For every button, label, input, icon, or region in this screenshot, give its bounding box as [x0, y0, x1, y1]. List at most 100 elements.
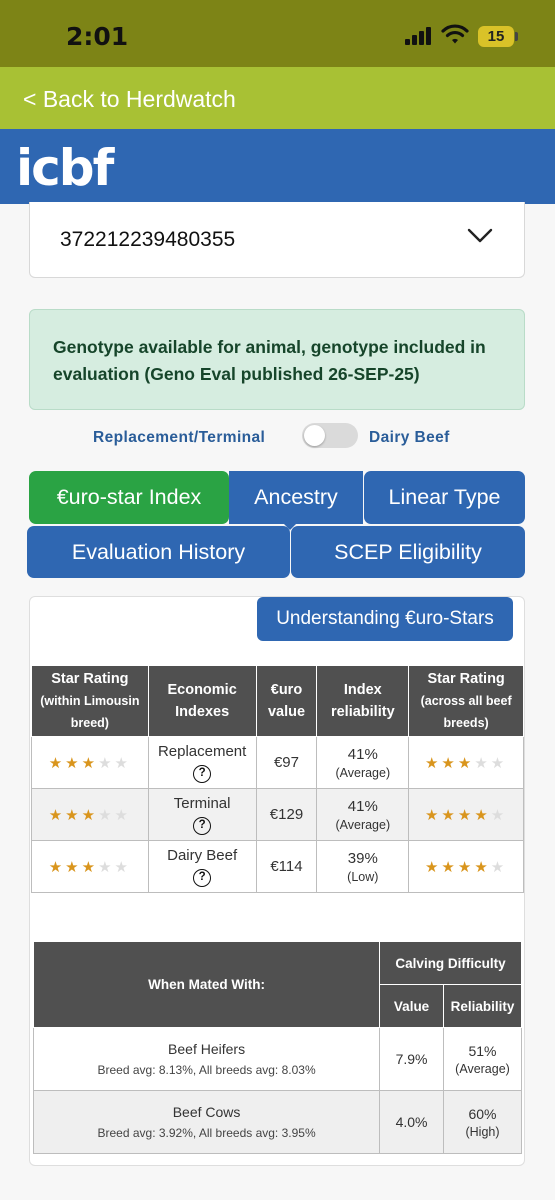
- header-star-rating-across: Star Rating (across all beef breeds): [408, 665, 524, 737]
- icbf-logo: icbf: [16, 139, 114, 197]
- genotype-alert: Genotype available for animal, genotype …: [29, 309, 525, 410]
- index-type-toggle[interactable]: [302, 423, 358, 448]
- reliability-cell: 41% (Average): [316, 736, 410, 789]
- header-economic-indexes: Economic Indexes: [147, 665, 257, 737]
- star-filled-icon: ★: [424, 858, 442, 876]
- star-filled-icon: ★: [65, 858, 82, 876]
- tab-euro-star-index[interactable]: €uro-star Index: [29, 471, 229, 524]
- table-row: ★★★★★ Terminal? €129 41% (Average) ★★★★★: [31, 788, 524, 841]
- toggle-knob: [304, 425, 325, 446]
- header-within-title: Star Rating: [51, 671, 129, 687]
- reliability-value: 60%: [468, 1105, 497, 1122]
- table-row: Beef Cows Breed avg: 3.92%, All breeds av…: [32, 1090, 522, 1154]
- star-empty-icon: ★: [490, 806, 508, 824]
- help-icon[interactable]: ?: [193, 764, 212, 783]
- star-empty-icon: ★: [114, 806, 131, 824]
- toggle-label-dairy-beef: Dairy Beef: [369, 429, 450, 446]
- header-reliability: Reliability: [443, 984, 522, 1028]
- star-empty-icon: ★: [98, 754, 115, 772]
- mated-group-cell: Beef Heifers Breed avg: 8.13%, All breeds…: [32, 1027, 381, 1091]
- index-name: Dairy Beef: [167, 846, 238, 864]
- header-when-mated-with: When Mated With:: [32, 941, 381, 1028]
- help-icon[interactable]: ?: [193, 868, 212, 887]
- table-row: ★★★★★ Replacement? €97 41% (Average) ★★★★…: [31, 736, 524, 789]
- star-filled-icon: ★: [81, 754, 99, 772]
- star-filled-icon: ★: [441, 754, 458, 772]
- back-to-herdwatch-link[interactable]: < Back to Herdwatch: [23, 86, 236, 113]
- within-star-rating: ★★★★★: [31, 736, 149, 789]
- reliability-value: 51%: [468, 1042, 497, 1059]
- tab-scep-eligibility[interactable]: SCEP Eligibility: [291, 526, 525, 578]
- reliability-cell: 60% (High): [443, 1090, 522, 1154]
- battery-cap: [515, 32, 518, 41]
- index-cell: Replacement?: [147, 736, 257, 789]
- star-filled-icon: ★: [48, 754, 66, 772]
- table-row: Beef Heifers Breed avg: 8.13%, All breeds…: [32, 1027, 522, 1091]
- star-filled-icon: ★: [457, 858, 475, 876]
- header-euro-value: €uro value: [255, 665, 318, 737]
- table-header-row: When Mated With: Calving Difficulty: [32, 941, 522, 1028]
- across-star-rating: ★★★★★: [408, 840, 524, 893]
- star-filled-icon: ★: [441, 806, 458, 824]
- tab-ancestry[interactable]: Ancestry: [229, 471, 363, 524]
- header-value: Value: [379, 984, 445, 1028]
- euro-value: €97: [255, 736, 318, 789]
- tab-linear-type[interactable]: Linear Type: [364, 471, 525, 524]
- status-time: 2:01: [66, 22, 129, 51]
- star-filled-icon: ★: [474, 806, 491, 824]
- star-empty-icon: ★: [98, 858, 115, 876]
- breed-averages: Breed avg: 8.13%, All breeds avg: 8.03%: [97, 1063, 316, 1077]
- star-rating-table: Star Rating (within Limousin breed) Econo…: [31, 665, 524, 893]
- tab-evaluation-history[interactable]: Evaluation History: [27, 526, 290, 578]
- euro-value: €114: [255, 840, 318, 893]
- star-filled-icon: ★: [81, 858, 99, 876]
- calving-value: 7.9%: [379, 1027, 445, 1091]
- help-icon[interactable]: ?: [193, 816, 212, 835]
- star-filled-icon: ★: [65, 754, 82, 772]
- reliability-level: (High): [465, 1124, 500, 1139]
- star-filled-icon: ★: [424, 806, 442, 824]
- header-across-title: Star Rating: [427, 671, 505, 687]
- star-empty-icon: ★: [114, 754, 131, 772]
- chevron-down-icon[interactable]: [467, 228, 493, 244]
- mated-group: Beef Cows: [172, 1104, 241, 1120]
- header-index-reliability: Index reliability: [316, 665, 410, 737]
- star-empty-icon: ★: [114, 858, 131, 876]
- star-filled-icon: ★: [81, 806, 99, 824]
- tab-notch: [284, 524, 296, 530]
- star-filled-icon: ★: [474, 858, 491, 876]
- star-filled-icon: ★: [48, 806, 66, 824]
- calving-difficulty-table: When Mated With: Calving Difficulty Valu…: [32, 941, 522, 1154]
- reliability-cell: 39% (Low): [316, 840, 410, 893]
- star-filled-icon: ★: [48, 858, 66, 876]
- header-calving-difficulty: Calving Difficulty: [379, 941, 522, 985]
- toggle-label-replacement-terminal: Replacement/Terminal: [93, 429, 266, 446]
- mated-group-cell: Beef Cows Breed avg: 3.92%, All breeds av…: [32, 1090, 381, 1154]
- wifi-icon: [441, 24, 469, 44]
- star-filled-icon: ★: [457, 754, 475, 772]
- star-empty-icon: ★: [490, 754, 508, 772]
- index-cell: Terminal?: [147, 788, 257, 841]
- across-star-rating: ★★★★★: [408, 736, 524, 789]
- across-star-rating: ★★★★★: [408, 788, 524, 841]
- understanding-euro-stars-button[interactable]: Understanding €uro-Stars: [257, 597, 513, 641]
- star-filled-icon: ★: [441, 858, 458, 876]
- index-name: Terminal: [173, 794, 231, 812]
- cellular-signal-icon: [405, 27, 433, 45]
- reliability-level: (Low): [347, 869, 379, 884]
- animal-select-value[interactable]: 372212239480355: [60, 228, 235, 252]
- reliability-value: 39%: [347, 849, 378, 867]
- mated-group: Beef Heifers: [168, 1041, 246, 1057]
- header-across-sub: (across all beef breeds): [420, 694, 512, 730]
- reliability-value: 41%: [347, 797, 378, 815]
- star-filled-icon: ★: [424, 754, 442, 772]
- header-within-sub: (within Limousin breed): [40, 694, 140, 730]
- within-star-rating: ★★★★★: [31, 840, 149, 893]
- reliability-level: (Average): [335, 817, 391, 832]
- header-star-rating-within: Star Rating (within Limousin breed): [31, 665, 149, 737]
- reliability-level: (Average): [335, 765, 391, 780]
- breed-averages: Breed avg: 3.92%, All breeds avg: 3.95%: [97, 1126, 316, 1140]
- star-filled-icon: ★: [65, 806, 82, 824]
- star-empty-icon: ★: [474, 754, 491, 772]
- star-filled-icon: ★: [457, 806, 475, 824]
